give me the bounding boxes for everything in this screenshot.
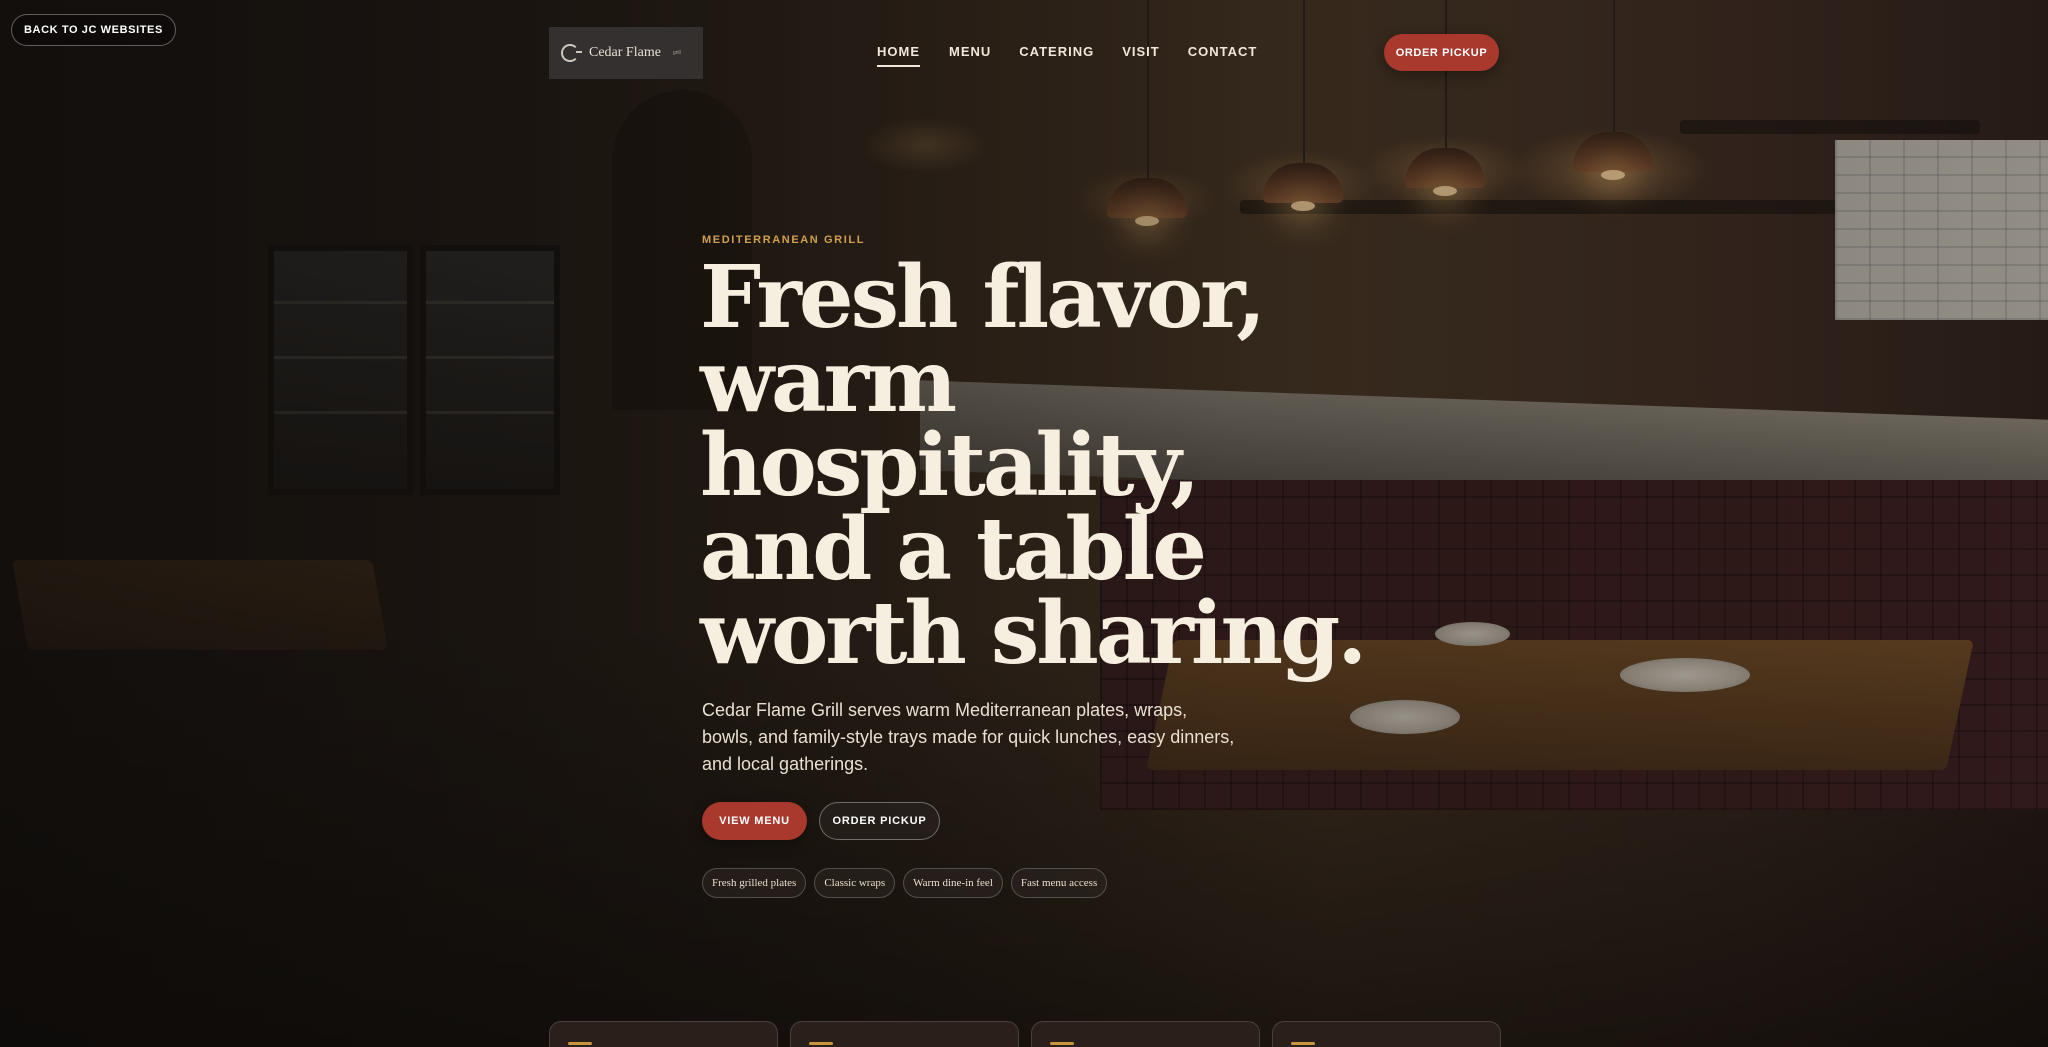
- feature-tag: Classic wraps: [814, 868, 896, 898]
- header-order-pickup-button[interactable]: ORDER PICKUP: [1384, 34, 1499, 71]
- hero-headline: Fresh flavor, warm hospitality, and a ta…: [700, 247, 1400, 684]
- headline-line: worth sharing.: [700, 583, 1367, 684]
- feature-tag: Warm dine-in feel: [903, 868, 1003, 898]
- logo-mark-icon: [561, 44, 582, 62]
- nav-item-home[interactable]: HOME: [877, 44, 920, 67]
- feature-card: [549, 1021, 778, 1047]
- feature-card: [1031, 1021, 1260, 1047]
- feature-tags: Fresh grilled plates Classic wraps Warm …: [702, 868, 1108, 898]
- hero-order-pickup-button[interactable]: ORDER PICKUP: [819, 802, 940, 840]
- headline-line: warm: [700, 331, 957, 432]
- card-accent-line: [809, 1042, 833, 1045]
- nav-item-catering[interactable]: CATERING: [1019, 44, 1094, 59]
- feature-card: [1272, 1021, 1501, 1047]
- nav-item-menu[interactable]: MENU: [949, 44, 991, 59]
- headline-line: hospitality,: [700, 415, 1200, 516]
- view-menu-button[interactable]: VIEW MENU: [702, 802, 807, 840]
- feature-card: [790, 1021, 1019, 1047]
- feature-tag: Fresh grilled plates: [702, 868, 807, 898]
- card-accent-line: [1050, 1042, 1074, 1045]
- card-accent-line: [1291, 1042, 1315, 1045]
- card-accent-line: [568, 1042, 592, 1045]
- main-nav: HOME MENU CATERING VISIT CONTACT: [877, 44, 1258, 67]
- hero-subcopy: Cedar Flame Grill serves warm Mediterran…: [702, 700, 1235, 774]
- site-logo[interactable]: Cedar Flame grill: [549, 27, 703, 79]
- feature-tag: Fast menu access: [1010, 868, 1108, 898]
- hero-eyebrow: MEDITERRANEAN GRILL: [702, 234, 866, 246]
- back-to-jc-websites-button[interactable]: BACK TO JC WEBSITES: [11, 14, 176, 46]
- logo-subtext: grill: [672, 50, 681, 56]
- feature-cards: [549, 1021, 1501, 1047]
- nav-item-contact[interactable]: CONTACT: [1188, 44, 1258, 59]
- headline-line: Fresh flavor,: [700, 247, 1266, 348]
- logo-text: Cedar Flame: [589, 45, 661, 60]
- headline-line: and a table: [700, 499, 1207, 600]
- nav-item-visit[interactable]: VISIT: [1122, 44, 1160, 59]
